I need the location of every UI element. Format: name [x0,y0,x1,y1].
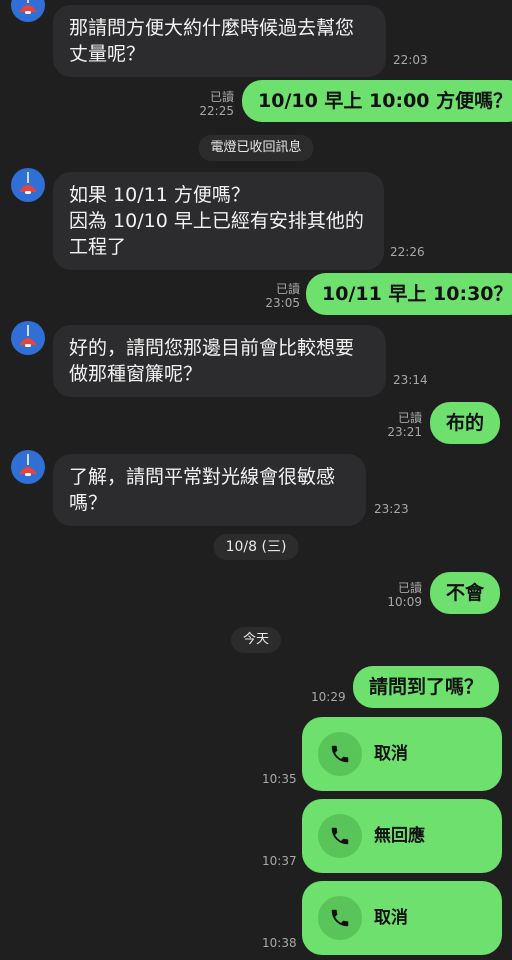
call-time: 10:38 [262,936,297,950]
outgoing-message[interactable]: 不會 [430,572,501,614]
message-text: 因為 10/10 早上已經有安排其他的 [69,210,364,232]
outgoing-message[interactable]: 10/10 早上 10:00 方便嗎？ [242,80,512,122]
contact-avatar[interactable] [11,168,45,202]
call-time: 10:35 [262,772,297,786]
message-time: 22:03 [393,53,428,67]
read-receipt: 已讀 [275,282,300,296]
outgoing-message[interactable]: 請問到了嗎？ [353,666,500,708]
message-time: 10:29 [311,690,346,704]
call-time: 10:37 [262,854,297,868]
read-receipt: 已讀 [397,411,422,425]
message-text: 如果 10/11 方便嗎？ [69,184,250,206]
phone-icon[interactable] [318,814,362,858]
message-text: 好的，請問您那邊目前會比較想要 [69,337,355,359]
message-time: 23:23 [374,502,409,516]
contact-avatar[interactable] [11,450,45,484]
incoming-message[interactable]: 了解，請問平常對光線會很敏感 嗎？ [53,454,366,526]
message-time: 22:25 [199,104,234,118]
read-receipt: 已讀 [397,581,422,595]
lamp-icon [19,172,37,194]
contact-avatar[interactable] [11,321,45,355]
date-separator: 10/8 (三) [213,534,299,560]
incoming-message[interactable]: 好的，請問您那邊目前會比較想要 做那種窗簾呢？ [53,325,386,397]
message-text: 丈量呢？ [69,43,146,65]
message-text: 10/11 早上 10:30？ [322,283,512,305]
message-text: 做那種窗簾呢？ [69,363,203,385]
contact-avatar[interactable] [11,0,45,22]
message-text: 10/10 早上 10:00 方便嗎？ [258,90,512,112]
phone-icon[interactable] [318,732,362,776]
call-status: 取消 [374,744,408,764]
read-receipt: 已讀 [209,90,234,104]
message-text: 布的 [446,412,485,434]
date-separator: 今天 [230,627,282,653]
message-time: 10:09 [387,595,422,609]
incoming-message[interactable]: 如果 10/11 方便嗎？ 因為 10/10 早上已經有安排其他的 工程了 [53,172,384,270]
message-text: 了解，請問平常對光線會很敏感 [69,466,336,488]
lamp-icon [19,0,37,14]
call-status: 無回應 [374,826,425,846]
message-text: 工程了 [69,236,127,258]
message-time: 23:21 [387,425,422,439]
message-time: 23:14 [393,373,428,387]
lamp-icon [19,325,37,347]
lamp-icon [19,454,37,476]
message-text: 不會 [446,582,485,604]
message-text: 請問到了嗎？ [369,676,484,698]
message-time: 23:05 [265,296,300,310]
call-status: 取消 [374,908,408,928]
message-text: 嗎？ [69,492,108,514]
call-log-bubble[interactable]: 取消 [302,881,502,955]
incoming-message[interactable]: 那請問方便大約什麼時候過去幫您 丈量呢？ [53,5,386,77]
outgoing-message[interactable]: 布的 [430,402,501,444]
message-meta: 已讀 23:21 [380,411,422,439]
message-meta: 已讀 23:05 [258,282,300,310]
message-meta: 已讀 22:25 [192,90,234,118]
message-text: 那請問方便大約什麼時候過去幫您 [69,17,355,39]
message-meta: 已讀 10:09 [380,581,422,609]
outgoing-message[interactable]: 10/11 早上 10:30？ [306,273,512,315]
call-log-bubble[interactable]: 取消 [302,717,502,791]
phone-icon[interactable] [318,896,362,940]
call-log-bubble[interactable]: 無回應 [302,799,502,873]
system-notice: 電燈已收回訊息 [198,135,314,161]
message-time: 22:26 [390,245,425,259]
